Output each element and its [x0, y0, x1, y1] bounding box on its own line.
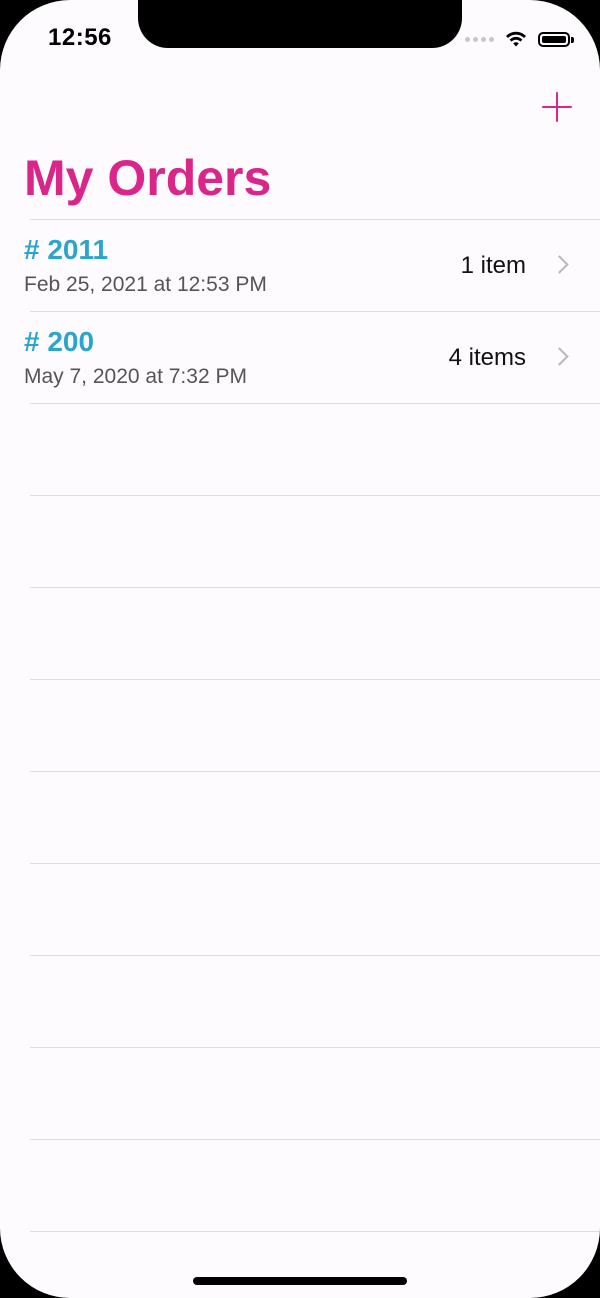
order-number: # 200 — [24, 326, 95, 357]
order-item-count: 4 items — [448, 344, 526, 371]
cellular-dots-icon — [465, 36, 494, 42]
chevron-right-icon — [550, 255, 569, 274]
order-number: # 2011 — [24, 234, 109, 265]
empty-row — [30, 1047, 600, 1139]
empty-row — [30, 1139, 600, 1231]
empty-row — [30, 587, 600, 679]
status-icons — [465, 26, 574, 52]
home-indicator[interactable] — [193, 1277, 407, 1285]
battery-level — [542, 35, 566, 43]
device-frame: 12:56 My Orders # 2011 Feb 25, 2021 at 1… — [0, 0, 600, 1298]
notch — [138, 0, 462, 48]
wifi-icon — [506, 31, 526, 47]
status-time: 12:56 — [48, 24, 112, 51]
screen: 12:56 My Orders # 2011 Feb 25, 2021 at 1… — [0, 0, 600, 1298]
add-order-button[interactable] — [538, 88, 576, 126]
empty-row — [30, 955, 600, 1047]
empty-row — [30, 771, 600, 863]
order-row[interactable]: # 2011 Feb 25, 2021 at 12:53 PM 1 item — [24, 219, 600, 311]
order-date: Feb 25, 2021 at 12:53 PM — [24, 273, 267, 296]
page-title: My Orders — [24, 150, 272, 206]
order-row[interactable]: # 200 May 7, 2020 at 7:32 PM 4 items — [24, 311, 600, 403]
empty-row — [30, 403, 600, 495]
empty-row — [30, 1231, 600, 1298]
order-date: May 7, 2020 at 7:32 PM — [24, 365, 247, 388]
empty-row — [30, 863, 600, 955]
battery-icon — [538, 31, 574, 47]
empty-row — [30, 495, 600, 587]
chevron-right-icon — [550, 347, 569, 366]
order-item-count: 1 item — [460, 252, 526, 279]
empty-row — [30, 679, 600, 771]
orders-list: # 2011 Feb 25, 2021 at 12:53 PM 1 item #… — [0, 219, 600, 1298]
